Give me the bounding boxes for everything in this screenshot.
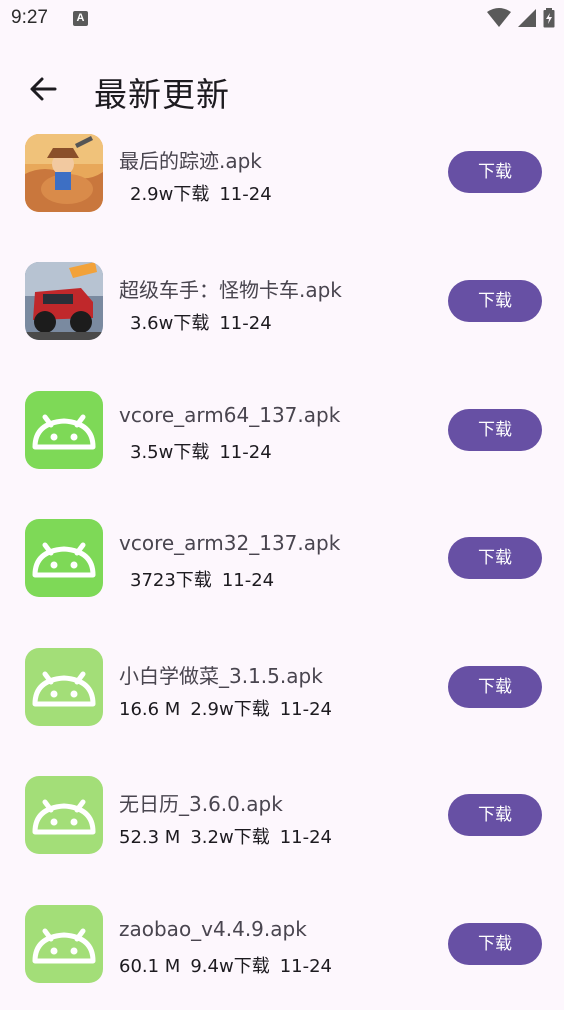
app-meta: 16.6 M 2.9w下载 11-24	[119, 695, 342, 721]
status-time: 9:27	[11, 7, 48, 28]
app-downloads: 9.4w下载	[190, 956, 270, 977]
download-button[interactable]: 下载	[448, 151, 542, 193]
download-button[interactable]: 下载	[448, 280, 542, 322]
app-meta: 2.9w下载 11-24	[130, 180, 282, 206]
app-meta: 3723下载 11-24	[130, 566, 284, 592]
app-size: 60.1 M	[119, 956, 181, 977]
app-meta: 3.5w下载 11-24	[130, 438, 282, 464]
app-name: zaobao_v4.4.9.apk	[119, 917, 307, 941]
signal-icon	[518, 9, 536, 27]
list-item[interactable]: 无日历_3.6.0.apk 52.3 M 3.2w下载 11-24 下载	[0, 752, 564, 881]
app-date: 11-24	[219, 313, 272, 334]
app-meta: 52.3 M 3.2w下载 11-24	[119, 823, 342, 849]
app-date: 11-24	[279, 956, 333, 977]
battery-charging-icon	[543, 8, 555, 28]
app-downloads: 3.5w下载	[130, 442, 210, 463]
arrow-back-icon	[30, 77, 57, 101]
app-name: 无日历_3.6.0.apk	[119, 792, 283, 816]
download-button[interactable]: 下载	[448, 923, 542, 965]
back-button[interactable]	[18, 66, 68, 112]
android-icon	[25, 519, 103, 597]
app-downloads: 3.6w下载	[130, 313, 210, 334]
download-button[interactable]: 下载	[448, 794, 542, 836]
notification-a-icon: A	[73, 11, 88, 26]
list-item[interactable]: 超级车手：怪物卡车.apk 3.6w下载 11-24 下载	[0, 236, 564, 365]
list-item[interactable]: 小白学做菜_3.1.5.apk 16.6 M 2.9w下载 11-24 下载	[0, 623, 564, 752]
app-date: 11-24	[279, 699, 333, 720]
app-name: 小白学做菜_3.1.5.apk	[119, 664, 323, 688]
app-name: vcore_arm64_137.apk	[119, 403, 341, 427]
app-meta: 60.1 M 9.4w下载 11-24	[119, 952, 342, 978]
app-name: 超级车手：怪物卡车.apk	[119, 278, 342, 302]
app-name: 最后的踪迹.apk	[119, 149, 262, 173]
app-date: 11-24	[279, 827, 333, 848]
app-size: 52.3 M	[119, 827, 181, 848]
status-indicators	[487, 8, 555, 28]
app-date: 11-24	[221, 570, 275, 591]
list-item[interactable]: vcore_arm64_137.apk 3.5w下载 11-24 下载	[0, 365, 564, 494]
app-downloads: 3.2w下载	[190, 827, 270, 848]
list-item[interactable]: 最后的踪迹.apk 2.9w下载 11-24 下载	[0, 107, 564, 236]
android-icon	[25, 905, 103, 983]
download-button[interactable]: 下载	[448, 409, 542, 451]
download-button[interactable]: 下载	[448, 666, 542, 708]
android-icon	[25, 648, 103, 726]
app-downloads: 2.9w下载	[190, 699, 270, 720]
app-downloads: 2.9w下载	[130, 184, 210, 205]
android-icon	[25, 391, 103, 469]
download-button[interactable]: 下载	[448, 537, 542, 579]
cowboy-game-icon	[25, 134, 103, 212]
status-bar: 9:27 A	[0, 0, 564, 38]
app-size: 16.6 M	[119, 699, 181, 720]
app-name: vcore_arm32_137.apk	[119, 531, 341, 555]
list-item[interactable]: zaobao_v4.4.9.apk 60.1 M 9.4w下载 11-24 下载	[0, 881, 564, 1010]
list-item[interactable]: vcore_arm32_137.apk 3723下载 11-24 下载	[0, 494, 564, 623]
app-downloads: 3723下载	[130, 570, 212, 591]
monster-truck-game-icon	[25, 262, 103, 340]
app-meta: 3.6w下载 11-24	[130, 309, 282, 335]
android-icon	[25, 776, 103, 854]
app-date: 11-24	[219, 184, 272, 205]
app-date: 11-24	[219, 442, 272, 463]
wifi-icon	[487, 8, 511, 27]
